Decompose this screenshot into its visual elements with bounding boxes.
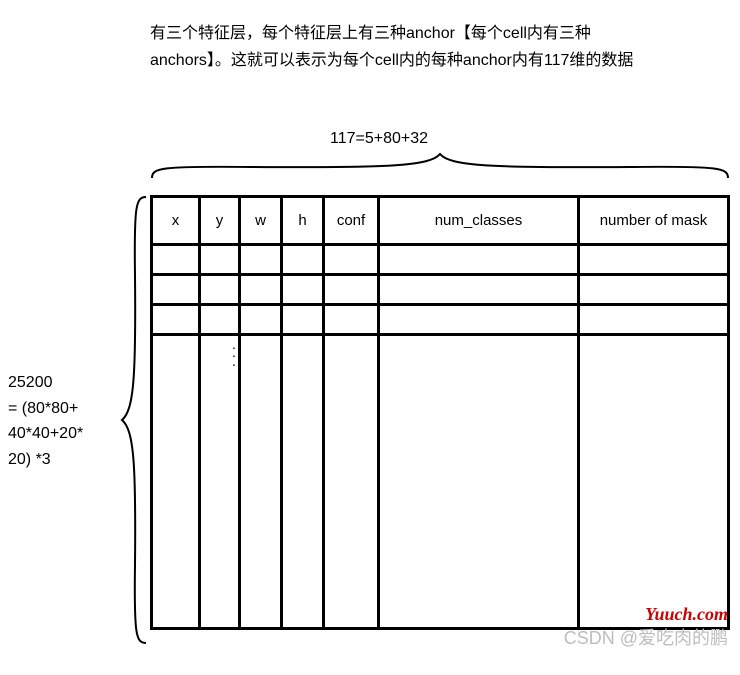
watermark-yuuch: Yuuch.com [645, 604, 728, 625]
left-annotation: 25200 = (80*80+ 40*40+20* 20) *3 [8, 370, 116, 472]
left-curly-brace-icon [118, 195, 148, 645]
top-curly-brace-icon [150, 150, 730, 180]
table-row [153, 303, 727, 333]
left-anno-line1: 25200 [8, 370, 116, 396]
table-row [153, 243, 727, 273]
header-conf: conf [322, 198, 377, 243]
watermark-csdn: CSDN @爱吃肉的鹏 [564, 624, 728, 650]
header-x: x [153, 198, 198, 243]
header-number-of-mask: number of mask [577, 198, 727, 243]
table-row [153, 333, 727, 627]
header-w: w [238, 198, 280, 243]
header-num-classes: num_classes [377, 198, 577, 243]
tensor-table: x y w h conf num_classes number of mask [150, 195, 730, 630]
top-equation: 117=5+80+32 [330, 130, 428, 148]
header-h: h [280, 198, 322, 243]
left-anno-line4: 20) *3 [8, 447, 116, 473]
table-row [153, 273, 727, 303]
left-anno-line2: = (80*80+ [8, 396, 116, 422]
table-header-row: x y w h conf num_classes number of mask [153, 198, 727, 243]
ellipsis-dots-icon: ... [232, 340, 236, 365]
header-y: y [198, 198, 238, 243]
left-anno-line3: 40*40+20* [8, 421, 116, 447]
description-text: 有三个特征层，每个特征层上有三种anchor【每个cell内有三种anchors… [150, 20, 650, 74]
